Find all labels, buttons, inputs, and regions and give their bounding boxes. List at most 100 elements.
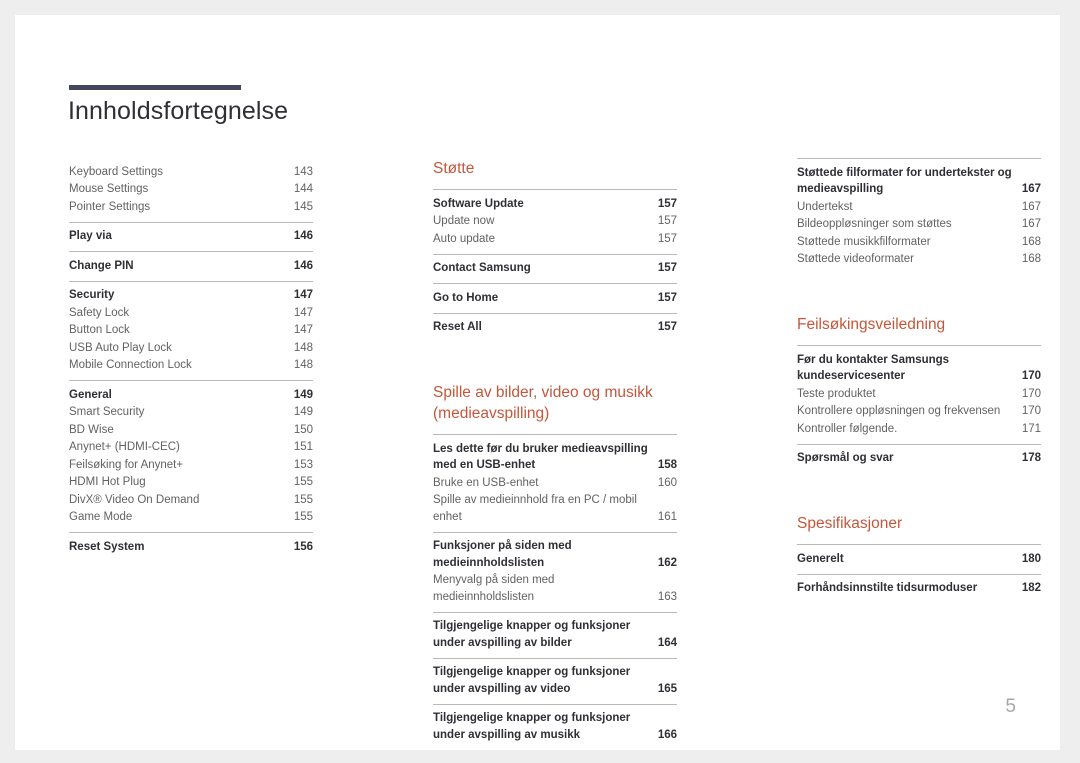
toc-entry[interactable]: Tilgjengelige knapper og funksjoner unde…	[433, 618, 677, 652]
toc-entry-page: 144	[293, 183, 313, 195]
toc-group: Generelt 180	[797, 544, 1041, 574]
toc-entry-label: Anynet+ (HDMI-CEC)	[69, 441, 180, 453]
toc-entry-label: Menyvalg på siden med medieinnholdsliste…	[433, 574, 555, 603]
toc-entry-page: 155	[293, 476, 313, 488]
toc-group: Reset All 157	[433, 312, 677, 343]
toc-entry[interactable]: Tilgjengelige knapper og funksjoner unde…	[433, 710, 677, 744]
toc-entry-label: BD Wise	[69, 423, 114, 436]
toc-group: Funksjoner på siden med medieinnholdslis…	[433, 531, 677, 612]
toc-entry-page: 156	[293, 540, 313, 553]
section-heading: Feilsøkingsveiledning	[797, 316, 946, 333]
toc-entry-page: 165	[657, 682, 677, 695]
toc-entry-label: Game Mode	[69, 511, 133, 523]
toc-entry[interactable]: Les dette før du bruker medieavspilling …	[433, 440, 677, 474]
toc-entry-label: Contact Samsung	[433, 262, 531, 274]
section-heading: Spesifikasjoner	[797, 515, 903, 532]
toc-group: Software Update 157 Update now 157 Auto upda…	[433, 189, 677, 254]
section-heading: Støtte	[433, 160, 475, 177]
toc-entry[interactable]: Undertekst 167	[797, 198, 1041, 216]
column-1: Keyboard Settings 143 Mouse Settings 144 Poi…	[69, 158, 313, 750]
toc-entry-label: Spille av medieinnhold fra en PC / mobil…	[433, 494, 637, 523]
toc-entry[interactable]: Go to Home 157	[433, 289, 677, 307]
section-heading: Spille av bilder, video og musikk (medie…	[433, 384, 653, 422]
toc-entry[interactable]: Kontrollere oppløsningen og frekvensen 17…	[797, 403, 1041, 421]
toc-entry[interactable]: Mobile Connection Lock 148	[69, 357, 313, 375]
toc-entry-page: 157	[657, 262, 677, 274]
toc-entry-label: Forhåndsinnstilte tidsurmoduser	[797, 582, 978, 594]
toc-entry-page: 157	[657, 232, 677, 245]
toc-entry[interactable]: Contact Samsung 157	[433, 260, 677, 278]
toc-entry[interactable]: Menyvalg på siden med medieinnholdsliste…	[433, 572, 677, 606]
toc-entry[interactable]: Anynet+ (HDMI-CEC) 151	[69, 439, 313, 457]
toc-entry[interactable]: General 149	[69, 386, 313, 404]
toc-entry-page: 170	[1021, 387, 1041, 400]
toc-entry[interactable]: Safety Lock 147	[69, 304, 313, 322]
toc-group: Security 147 Safety Lock 147 Button Lock 147 U…	[69, 280, 313, 381]
toc-entry-label: Software Update	[433, 197, 524, 210]
toc-entry-label: HDMI Hot Plug	[69, 476, 146, 488]
toc-entry[interactable]: Pointer Settings 145	[69, 198, 313, 216]
toc-entry[interactable]: USB Auto Play Lock 148	[69, 339, 313, 357]
toc-group: Tilgjengelige knapper og funksjoner unde…	[433, 703, 677, 750]
toc-group: Reset System 156	[69, 532, 313, 562]
toc-entry[interactable]: Funksjoner på siden med medieinnholdslis…	[433, 538, 677, 572]
toc-entry-page: 157	[657, 291, 677, 304]
toc-entry-label: Støttede musikkfilformater	[797, 235, 931, 248]
toc-entry[interactable]: Smart Security 149	[69, 404, 313, 422]
toc-entry-page: 167	[1021, 200, 1041, 213]
toc-entry-page: 151	[293, 441, 313, 453]
toc-entry[interactable]: Software Update 157	[433, 195, 677, 213]
toc-entry[interactable]: Generelt 180	[797, 550, 1041, 568]
toc-entry[interactable]: Kontroller følgende. 171	[797, 420, 1041, 438]
toc-group: Change PIN 146	[69, 251, 313, 281]
toc-group: Go to Home 157	[433, 283, 677, 313]
toc-group: Spørsmål og svar 178	[797, 443, 1041, 474]
toc-entry-label: Støttede filformater for undertekster og…	[797, 166, 1012, 196]
toc-entry-page: 167	[1021, 183, 1041, 195]
toc-entry[interactable]: Mouse Settings 144	[69, 181, 313, 199]
toc-entry[interactable]: Bruke en USB-enhet 160	[433, 474, 677, 492]
toc-entry[interactable]: HDMI Hot Plug 155	[69, 474, 313, 492]
toc-entry[interactable]: Støttede musikkfilformater 168	[797, 233, 1041, 251]
toc-entry-label: Reset System	[69, 540, 145, 553]
toc-entry-label: General	[69, 388, 112, 401]
toc-entry-page: 178	[1021, 452, 1041, 464]
toc-entry-page: 168	[1021, 253, 1041, 265]
toc-entry[interactable]: Change PIN 146	[69, 257, 313, 275]
toc-entry[interactable]: DivX® Video On Demand 155	[69, 491, 313, 509]
toc-entry-page: 155	[293, 493, 313, 506]
toc-group: Tilgjengelige knapper og funksjoner unde…	[433, 611, 677, 658]
toc-group: Play via 146	[69, 221, 313, 252]
toc-entry[interactable]: Security 147	[69, 287, 313, 305]
toc-entry-label: Go to Home	[433, 291, 499, 304]
toc-entry[interactable]: Tilgjengelige knapper og funksjoner unde…	[433, 664, 677, 698]
toc-entry[interactable]: Keyboard Settings 143	[69, 163, 313, 181]
toc-entry[interactable]: Spille av medieinnhold fra en PC / mobil…	[433, 492, 677, 526]
page-number: 5	[1005, 696, 1016, 717]
toc-entry[interactable]: Update now 157	[433, 213, 677, 231]
toc-entry-label: Safety Lock	[69, 306, 130, 319]
toc-entry-label: USB Auto Play Lock	[69, 341, 172, 354]
toc-entry[interactable]: Reset System 156	[69, 538, 313, 556]
toc-entry[interactable]: Forhåndsinnstilte tidsurmoduser 182	[797, 580, 1041, 598]
toc-entry[interactable]: Auto update 157	[433, 230, 677, 248]
toc-entry[interactable]: Teste produktet 170	[797, 385, 1041, 403]
toc-entry[interactable]: Play via 146	[69, 228, 313, 246]
toc-entry[interactable]: Før du kontakter Samsungs kundeservicese…	[797, 351, 1041, 385]
toc-entry[interactable]: Støttede filformater for undertekster og…	[797, 164, 1041, 198]
toc-entry-label: Play via	[69, 230, 112, 242]
toc-entry[interactable]: Bildeoppløsninger som støttes 167	[797, 216, 1041, 234]
toc-entry-page: 147	[293, 289, 313, 301]
toc-entry-label: Smart Security	[69, 406, 145, 418]
toc-entry-page: 148	[293, 359, 313, 371]
toc-entry[interactable]: BD Wise 150	[69, 421, 313, 439]
toc-entry-page: 168	[1021, 235, 1041, 248]
toc-entry[interactable]: Button Lock 147	[69, 322, 313, 340]
toc-entry-label: Tilgjengelige knapper og funksjoner unde…	[433, 712, 631, 741]
toc-entry[interactable]: Feilsøking for Anynet+ 153	[69, 456, 313, 474]
toc-entry[interactable]: Reset All 157	[433, 319, 677, 337]
toc-entry-label: Keyboard Settings	[69, 165, 163, 178]
toc-entry[interactable]: Spørsmål og svar 178	[797, 450, 1041, 468]
toc-entry[interactable]: Støttede videoformater 168	[797, 251, 1041, 269]
toc-entry[interactable]: Game Mode 155	[69, 509, 313, 527]
